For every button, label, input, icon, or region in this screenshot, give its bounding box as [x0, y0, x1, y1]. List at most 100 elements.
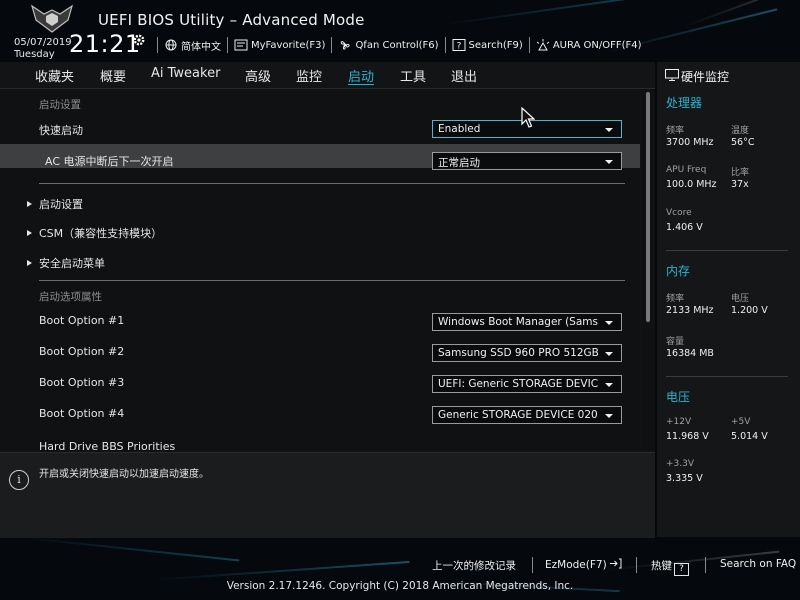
- submenu-boot-config[interactable]: 启动设置: [27, 196, 83, 212]
- boot-option-3-dropdown[interactable]: UEFI: Generic STORAGE DEVICE 0: [432, 375, 622, 393]
- chevron-right-icon: [27, 201, 32, 207]
- ezmode-label: EzMode(F7): [545, 559, 607, 571]
- cpu-freq-label: 频率: [666, 126, 685, 136]
- info-icon: i: [9, 470, 29, 490]
- last-modified-button[interactable]: 上一次的修改记录: [432, 558, 516, 573]
- hardware-monitor-title: 硬件监控: [681, 70, 730, 84]
- vcore-value: 1.406 V: [666, 222, 703, 233]
- vcore-label: Vcore: [666, 208, 692, 218]
- language-button[interactable]: 简体中文: [157, 37, 227, 53]
- day-text: Tuesday: [14, 49, 55, 60]
- tab-advanced[interactable]: 高级: [245, 66, 271, 85]
- submenu-boot-config-label: 启动设置: [39, 198, 83, 211]
- ac-power-loss-dropdown[interactable]: 正常启动: [432, 152, 622, 170]
- tab-main[interactable]: 概要: [100, 66, 126, 85]
- v33-label: +3.3V: [666, 459, 695, 469]
- divider: [705, 557, 706, 573]
- submenu-secure-boot[interactable]: 安全启动菜单: [27, 255, 105, 271]
- header: UEFI BIOS Utility – Advanced Mode 05/07/…: [0, 0, 800, 62]
- boot-option-3-value: UEFI: Generic STORAGE DEVICE 0: [438, 378, 598, 390]
- chevron-down-icon: [605, 321, 613, 325]
- cpu-temp-value: 56°C: [731, 137, 755, 148]
- divider: [532, 557, 533, 573]
- submenu-secure-boot-label: 安全启动菜单: [39, 257, 105, 270]
- boot-option-1-value: Windows Boot Manager (Samsung: [438, 316, 598, 328]
- tab-boot[interactable]: 启动: [348, 66, 374, 85]
- v33-value: 3.335 V: [666, 473, 703, 484]
- ezmode-button[interactable]: EzMode(F7): [545, 558, 622, 571]
- gear-icon[interactable]: [132, 33, 146, 47]
- divider: [636, 557, 637, 573]
- mem-volt-label: 电压: [731, 294, 750, 304]
- boot-option-3-label[interactable]: Boot Option #3: [39, 376, 124, 389]
- myfavorite-label: MyFavorite(F3): [251, 39, 326, 51]
- myfavorite-button[interactable]: MyFavorite(F3): [227, 37, 331, 53]
- chevron-down-icon: [605, 128, 613, 132]
- globe-icon: [165, 39, 177, 51]
- monitor-icon: [665, 69, 679, 81]
- chevron-right-icon: [27, 230, 32, 236]
- boot-option-1-dropdown[interactable]: Windows Boot Manager (Samsung: [432, 313, 622, 331]
- footer: 上一次的修改记录 EzMode(F7) 热键? Search on FAQ Ve…: [0, 537, 800, 600]
- chevron-right-icon: [27, 260, 32, 266]
- aura-button[interactable]: AURA ON/OFF(F4): [528, 37, 648, 53]
- toolbar: 简体中文 MyFavorite(F3) Qfan Control(F6) ? S…: [157, 36, 648, 54]
- mem-freq-value: 2133 MHz: [666, 305, 714, 316]
- chevron-down-icon: [605, 160, 613, 164]
- submenu-csm-label: CSM（兼容性支持模块）: [39, 227, 163, 240]
- tab-exit[interactable]: 退出: [451, 66, 477, 85]
- mem-capacity-value: 16384 MB: [666, 348, 714, 359]
- cpu-temp-label: 温度: [731, 126, 750, 136]
- v5-value: 5.014 V: [731, 431, 768, 442]
- boot-option-2-dropdown[interactable]: Samsung SSD 960 PRO 512GB (4: [432, 344, 622, 362]
- fast-boot-label[interactable]: 快速启动: [39, 122, 83, 138]
- boot-option-4-label[interactable]: Boot Option #4: [39, 407, 124, 420]
- apu-freq-label: APU Freq: [666, 165, 707, 175]
- scrollbar-thumb[interactable]: [646, 92, 650, 322]
- favorite-icon: [234, 39, 248, 51]
- apu-freq-value: 100.0 MHz: [666, 179, 717, 190]
- app-title: UEFI BIOS Utility – Advanced Mode: [98, 11, 365, 29]
- help-bar: i 开启或关闭快速启动以加速启动速度。: [0, 452, 655, 538]
- tab-monitor[interactable]: 监控: [296, 66, 322, 85]
- clock[interactable]: 21:21: [69, 30, 141, 58]
- cpu-section-title: 处理器: [666, 96, 703, 110]
- date-text: 05/07/2019: [14, 37, 72, 48]
- version-text: Version 2.17.1246. Copyright (C) 2018 Am…: [226, 580, 574, 592]
- qfan-label: Qfan Control(F6): [355, 39, 439, 51]
- section-header-boot-config: 启动设置: [39, 99, 81, 111]
- cpu-freq-value: 3700 MHz: [666, 137, 714, 148]
- tab-tool[interactable]: 工具: [400, 66, 426, 85]
- v12-label: +12V: [666, 417, 692, 427]
- boot-option-2-value: Samsung SSD 960 PRO 512GB (4: [438, 347, 598, 359]
- section-header-boot-options: 启动选项属性: [39, 291, 102, 303]
- search-faq-button[interactable]: Search on FAQ: [720, 558, 796, 570]
- submenu-csm[interactable]: CSM（兼容性支持模块）: [27, 225, 162, 241]
- hardware-monitor-panel: 硬件监控 处理器 频率 温度 3700 MHz 56°C APU Freq 比率…: [657, 62, 800, 537]
- aura-label: AURA ON/OFF(F4): [552, 39, 642, 51]
- boot-option-4-value: Generic STORAGE DEVICE 0207: [438, 409, 598, 421]
- mem-capacity-label: 容量: [666, 337, 685, 347]
- ac-power-loss-label[interactable]: AC 电源中断后下一次开启: [45, 153, 174, 169]
- boot-option-4-dropdown[interactable]: Generic STORAGE DEVICE 0207: [432, 406, 622, 424]
- help-text: 开启或关闭快速启动以加速启动速度。: [39, 469, 209, 480]
- memory-section-title: 内存: [666, 264, 691, 278]
- boot-option-1-label[interactable]: Boot Option #1: [39, 314, 124, 327]
- aura-light-icon: [536, 39, 550, 51]
- date-display: 05/07/2019 Tuesday: [14, 37, 72, 61]
- hotkeys-button[interactable]: 热键?: [651, 558, 689, 576]
- boot-option-2-label[interactable]: Boot Option #2: [39, 345, 124, 358]
- qfan-button[interactable]: Qfan Control(F6): [331, 37, 444, 53]
- search-button[interactable]: ? Search(F9): [444, 37, 529, 53]
- ac-power-loss-value: 正常启动: [438, 157, 480, 169]
- hotkeys-label: 热键: [651, 560, 672, 572]
- tab-ai-tweaker[interactable]: Ai Tweaker: [151, 66, 220, 81]
- divider: [39, 183, 625, 184]
- language-label: 简体中文: [181, 41, 221, 53]
- chevron-down-icon: [605, 414, 613, 418]
- tab-bar: 收藏夹 概要 Ai Tweaker 高级 监控 启动 工具 退出: [0, 62, 655, 89]
- svg-text:?: ?: [456, 42, 461, 52]
- hard-drive-bbs-label[interactable]: Hard Drive BBS Priorities: [39, 440, 175, 452]
- mem-volt-value: 1.200 V: [731, 305, 768, 316]
- tab-favorites[interactable]: 收藏夹: [35, 66, 74, 85]
